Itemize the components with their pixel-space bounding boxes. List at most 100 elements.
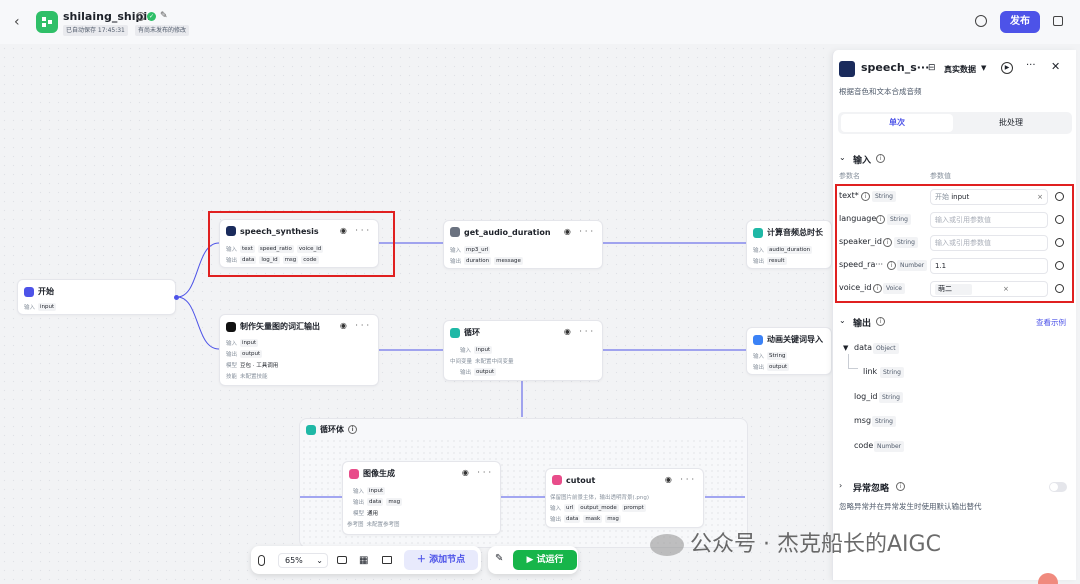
add-node-label: 添加节点 [429, 555, 466, 565]
image-icon [349, 468, 359, 479]
param-chip: message [494, 257, 523, 265]
cutout-icon [552, 475, 562, 485]
node-start[interactable]: 开始 输入 input [17, 279, 176, 315]
row-label: 参考图 [347, 522, 364, 528]
chevron-right-icon[interactable]: › [839, 481, 842, 490]
add-node-button[interactable]: ＋ 添加节点 [404, 550, 478, 570]
tab-batch[interactable]: 批处理 [955, 114, 1067, 132]
row-label: 输入 [550, 506, 562, 512]
param-chip: mask [583, 515, 603, 523]
node-title: get_audio_duration [464, 227, 551, 237]
copy-icon[interactable] [1053, 16, 1063, 26]
view-example-link[interactable]: 查看示例 [1036, 317, 1066, 328]
param-chip: output_mode [578, 504, 619, 512]
caret-down-icon[interactable]: ▼ [843, 344, 848, 352]
node-loop[interactable]: 循环 ◉ ··· 输入 input 中间变量 未配置中间变量 输出 output [443, 320, 603, 381]
input-section-title: 输入 [853, 156, 872, 166]
node-image-gen[interactable]: 图像生成 ◉ ··· 输入 input 输出 data msg 模型 通用 参考图未… [342, 461, 501, 535]
close-icon[interactable]: ✕ [1051, 60, 1060, 73]
chevron-down-icon[interactable]: ⌄ [839, 316, 846, 325]
output-type: String [880, 367, 904, 378]
param-chip: msg [605, 515, 621, 523]
output-type: Object [873, 343, 899, 354]
row-label: 输入 [753, 248, 765, 254]
node-calc-duration[interactable]: 计算音频总时长 输入 audio_duration 输出 result [746, 220, 832, 269]
output-type: String [872, 416, 896, 427]
row-label: 输出 [753, 259, 765, 265]
output-name: msg [854, 416, 872, 425]
node-desc: 保留图片前景主体，输出透明背景(.png) [550, 495, 650, 501]
panel-description: 根据音色和文本合成音频 [839, 87, 922, 96]
param-chip: duration [464, 257, 492, 265]
output-port[interactable] [174, 295, 179, 300]
volcano-icon [839, 61, 855, 77]
plugin-icon [450, 227, 460, 237]
info-icon[interactable]: i [136, 12, 145, 21]
node-actions-icon[interactable]: ◉ ··· [564, 227, 596, 236]
minimap-icon[interactable] [382, 556, 392, 564]
history-icon[interactable] [975, 15, 987, 27]
node-actions-icon[interactable]: ◉ ··· [340, 321, 372, 330]
check-icon: ✓ [147, 12, 156, 21]
zoom-value: 65% [285, 556, 303, 565]
mouse-icon[interactable] [258, 555, 265, 566]
node-get-audio-duration[interactable]: get_audio_duration ◉ ··· 输入 mp3_url 输出 du… [443, 220, 603, 269]
panel-title: speech_s··· [861, 61, 930, 74]
exception-toggle[interactable] [1049, 482, 1067, 492]
node-actions-icon[interactable]: ◉ ··· [564, 327, 596, 336]
param-chip: data [564, 515, 581, 523]
row-label: 输入 [24, 305, 36, 311]
output-section-title: 输出 [853, 319, 872, 329]
node-title: 循环 [464, 328, 480, 337]
top-bar [0, 0, 1080, 44]
output-type: String [879, 392, 903, 403]
node-title: 制作矢量图的词汇输出 [240, 322, 320, 331]
node-anim-keywords[interactable]: 动画关键词导入 输入 String 输出 output [746, 327, 832, 375]
param-chip: input [474, 346, 493, 354]
node-title: cutout [566, 475, 596, 485]
publish-button[interactable]: 发布 [1000, 11, 1040, 33]
db-icon [753, 334, 763, 345]
row-label: 输出 [450, 259, 462, 265]
row-label: 模型 [353, 511, 365, 517]
run-node-icon[interactable]: ▶ [1001, 62, 1013, 74]
output-name: data [854, 343, 873, 352]
info-icon[interactable]: i [876, 154, 885, 163]
comment-icon[interactable] [337, 556, 347, 564]
more-icon[interactable]: ··· [1026, 60, 1036, 71]
col-param-name: 参数名 [839, 172, 860, 180]
caret-down-icon[interactable]: ▼ [981, 64, 986, 72]
row-label: 输入 [226, 341, 238, 347]
info-icon[interactable]: i [876, 317, 885, 326]
info-icon[interactable]: i [896, 482, 905, 491]
model-value: 通用 [367, 511, 379, 517]
node-actions-icon[interactable]: ◉ ··· [462, 468, 494, 477]
node-vector-words[interactable]: 制作矢量图的词汇输出 ◉ ··· 输入 input 输出 output 模型 豆包 ·… [219, 314, 379, 386]
start-icon [24, 286, 34, 297]
param-chip: mp3_url [464, 246, 491, 254]
back-icon[interactable]: ‹ [14, 14, 20, 30]
unpublished-badge: 有尚未发布的修改 [135, 25, 190, 36]
llm-icon [226, 321, 236, 332]
play-icon: ▶ [526, 555, 537, 565]
param-chip: String [767, 352, 788, 360]
brush-icon[interactable]: ✎ [495, 553, 503, 564]
tab-single[interactable]: 单次 [841, 114, 953, 132]
row-label: 输出 [550, 517, 562, 523]
test-run-button[interactable]: ▶ 试运行 [513, 550, 577, 570]
param-chip: data [367, 498, 384, 506]
data-mode-select[interactable]: 真实数据 [944, 64, 976, 75]
highlight-box [835, 184, 1074, 303]
row-label: 输出 [460, 370, 472, 376]
col-param-value: 参数值 [930, 172, 951, 180]
node-actions-icon[interactable]: ◉ ··· [665, 475, 697, 484]
row-label: 技能 [226, 374, 238, 380]
grid-icon[interactable]: ▦ [359, 555, 368, 566]
node-cutout[interactable]: cutout ◉ ··· 保留图片前景主体，输出透明背景(.png) 输入 ur… [545, 468, 704, 528]
zoom-select[interactable]: 65% ⌄ [278, 553, 328, 568]
chevron-down-icon[interactable]: ⌄ [839, 153, 846, 162]
autosave-badge: 已自动保存 17:45:31 [63, 25, 128, 36]
edit-icon[interactable]: ✎ [160, 11, 168, 21]
param-chip: msg [386, 498, 403, 506]
code-icon [753, 227, 763, 238]
